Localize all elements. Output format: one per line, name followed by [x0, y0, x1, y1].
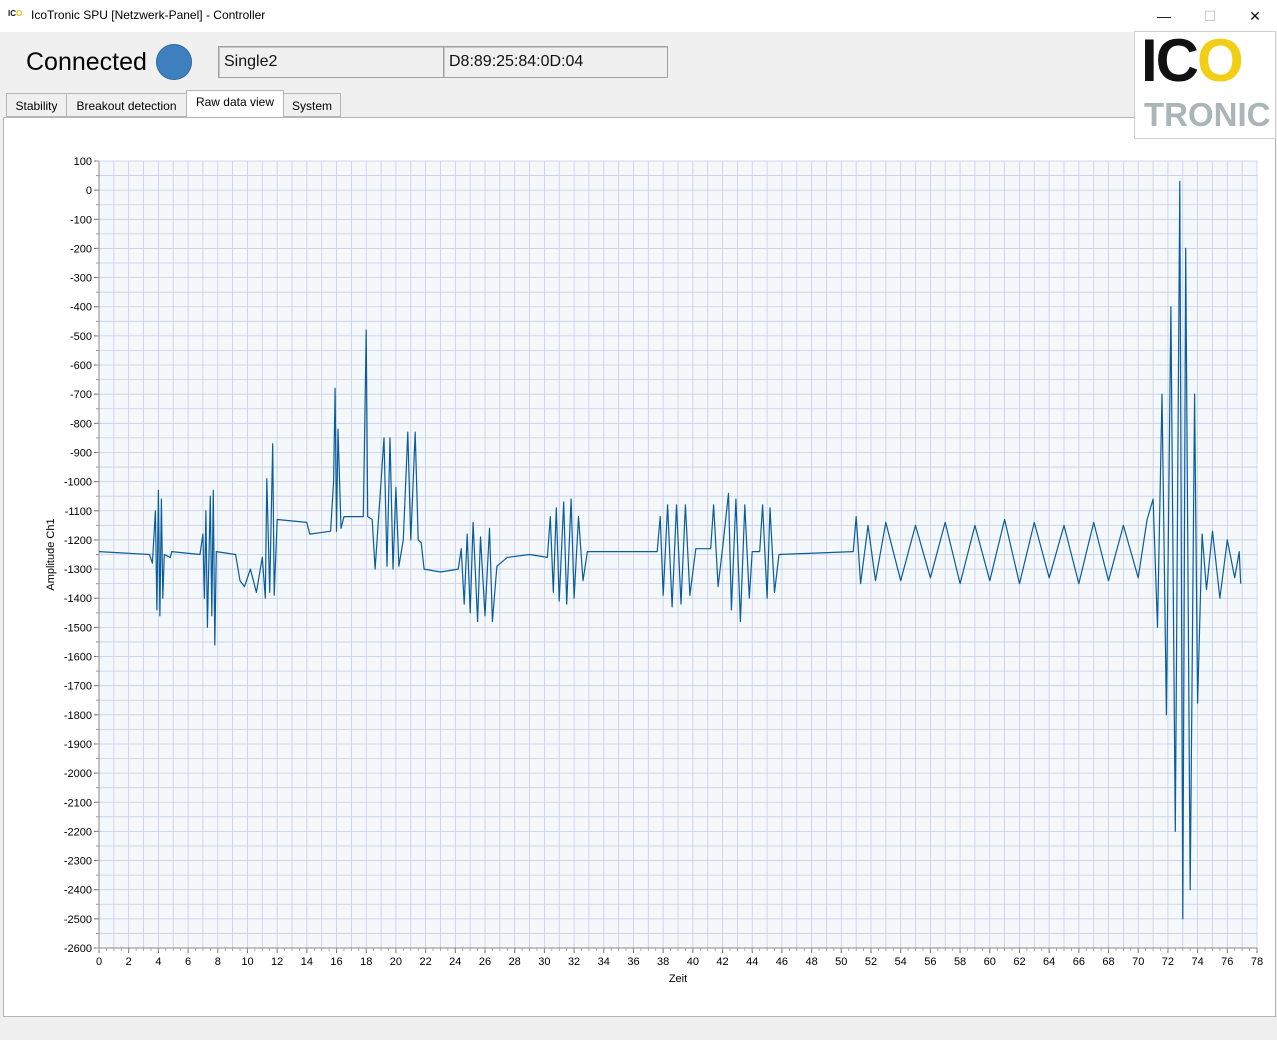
y-tick-label: -1600	[64, 652, 92, 664]
x-tick-label: 70	[1132, 956, 1144, 968]
x-tick-label: 50	[835, 956, 847, 968]
mac-address-field: D8:89:25:84:0D:04	[443, 46, 668, 78]
window-title: IcoTronic SPU [Netzwerk-Panel] - Control…	[31, 8, 266, 22]
x-tick-label: 14	[301, 956, 313, 968]
x-tick-label: 54	[895, 956, 907, 968]
y-tick-label: -500	[70, 331, 92, 343]
logo-ico-text: ICO	[1141, 27, 1244, 94]
y-tick-label: -2200	[64, 826, 92, 838]
y-tick-label: -300	[70, 273, 92, 285]
y-tick-label: -1700	[64, 681, 92, 693]
y-tick-label: -2500	[64, 914, 92, 926]
y-tick-label: -100	[70, 214, 92, 226]
y-axis-title: Amplitude Ch1	[45, 518, 57, 590]
maximize-icon: ☐	[1203, 7, 1217, 24]
x-tick-label: 42	[716, 956, 728, 968]
x-axis-title: Zeit	[669, 973, 687, 985]
x-tick-label: 64	[1043, 956, 1055, 968]
x-tick-label: 0	[96, 956, 102, 968]
y-tick-label: -1500	[64, 622, 92, 634]
tab-breakout-detection[interactable]: Breakout detection	[66, 93, 187, 117]
y-tick-label: -600	[70, 360, 92, 372]
close-icon: ✕	[1249, 7, 1261, 24]
x-tick-label: 34	[598, 956, 610, 968]
x-tick-label: 46	[776, 956, 788, 968]
x-tick-label: 10	[241, 956, 253, 968]
y-tick-label: -1800	[64, 710, 92, 722]
y-tick-label: -2100	[64, 797, 92, 809]
y-tick-label: -1100	[65, 506, 92, 518]
y-tick-label: -1000	[64, 477, 92, 489]
x-tick-label: 60	[984, 956, 996, 968]
x-tick-label: 58	[954, 956, 966, 968]
x-tick-label: 26	[479, 956, 491, 968]
y-tick-label: -2600	[64, 943, 92, 955]
y-tick-label: -900	[70, 447, 92, 459]
x-tick-label: 20	[390, 956, 402, 968]
y-tick-label: -1300	[64, 564, 92, 576]
minimize-icon: —	[1157, 8, 1171, 24]
y-tick-label: 100	[74, 156, 92, 168]
device-name-field: Single2	[218, 46, 444, 78]
y-tick-label: -800	[70, 418, 92, 430]
x-tick-label: 22	[419, 956, 431, 968]
x-tick-label: 2	[126, 956, 132, 968]
y-tick-label: -200	[70, 243, 92, 255]
x-tick-label: 38	[657, 956, 669, 968]
x-tick-label: 68	[1102, 956, 1114, 968]
tab-raw-data-view[interactable]: Raw data view	[186, 90, 284, 117]
x-tick-label: 6	[185, 956, 191, 968]
x-tick-label: 62	[1013, 956, 1025, 968]
x-tick-label: 8	[215, 956, 221, 968]
app-logo-icon: ICO	[8, 9, 23, 18]
logo-tronic-text: TRONIC	[1144, 96, 1271, 133]
x-tick-label: 4	[155, 956, 161, 968]
x-tick-label: 28	[509, 956, 521, 968]
x-tick-label: 56	[924, 956, 936, 968]
x-tick-label: 52	[865, 956, 877, 968]
y-tick-label: -2400	[64, 885, 92, 897]
x-tick-label: 48	[805, 956, 817, 968]
title-bar: ICO IcoTronic SPU [Netzwerk-Panel] - Con…	[0, 0, 1277, 32]
x-tick-label: 36	[627, 956, 639, 968]
x-tick-label: 74	[1191, 956, 1203, 968]
y-tick-label: -2000	[64, 768, 92, 780]
x-tick-label: 12	[271, 956, 283, 968]
x-tick-label: 40	[687, 956, 699, 968]
y-tick-label: -1900	[64, 739, 92, 751]
y-tick-label: -2300	[64, 856, 92, 868]
x-tick-label: 76	[1221, 956, 1233, 968]
x-tick-label: 72	[1162, 956, 1174, 968]
raw-data-panel: 100 0 -100 -200 -300 -400 -500 -600 -700 -800 -900…	[3, 117, 1276, 1017]
y-tick-label: -1400	[64, 593, 92, 605]
x-tick-label: 24	[449, 956, 461, 968]
x-tick-label: 78	[1251, 956, 1263, 968]
y-tick-label: -400	[70, 302, 92, 314]
y-tick-label: -1200	[64, 535, 92, 547]
x-tick-label: 16	[330, 956, 342, 968]
x-tick-label: 66	[1073, 956, 1085, 968]
connection-status-indicator-icon	[156, 44, 192, 80]
raw-data-chart[interactable]: 1000-100-200-300-400-500-600-700-800-900…	[4, 118, 1275, 1016]
connection-status-label: Connected	[26, 48, 147, 76]
icotronic-logo: ICO TRONIC	[1134, 27, 1276, 139]
x-tick-label: 44	[746, 956, 758, 968]
x-tick-label: 18	[360, 956, 372, 968]
tab-system[interactable]: System	[283, 93, 341, 117]
tab-stability[interactable]: Stability	[6, 93, 67, 117]
y-tick-label: -700	[70, 389, 92, 401]
x-tick-label: 30	[538, 956, 550, 968]
y-tick-label: 0	[86, 185, 92, 197]
x-tick-label: 32	[568, 956, 580, 968]
